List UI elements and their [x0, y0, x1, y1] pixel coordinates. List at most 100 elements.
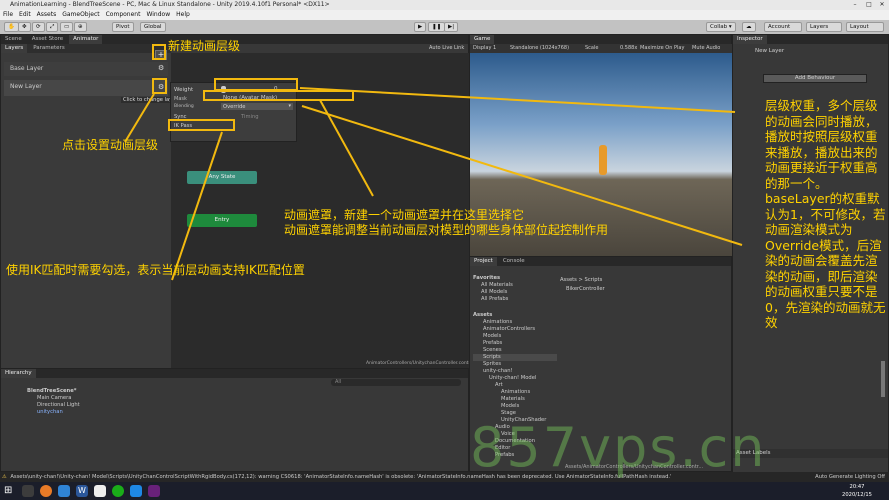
window-titlebar: AnimationLearning - BlendTreeScene - PC,… [0, 0, 889, 10]
tab-game[interactable]: Game [470, 35, 495, 44]
favorites-item[interactable]: All Materials [473, 282, 557, 289]
asset-folder[interactable]: Models [473, 333, 557, 340]
taskbar: ⊞ W 20:47 2020/12/15 [0, 482, 889, 500]
move-tool-button[interactable]: ✥ [18, 22, 31, 32]
scale-label: Scale [585, 45, 599, 51]
firefox-icon[interactable] [40, 485, 52, 497]
close-icon[interactable]: ✕ [875, 0, 889, 10]
ie-icon[interactable] [58, 485, 70, 497]
animator-footer-path: AnimatorControllers/UnitychanController.… [366, 361, 481, 366]
menu-file[interactable]: File [3, 10, 13, 20]
callout-mask: 动画遮罩，新建一个动画遮罩并在这里选择它 动画遮罩能调整当前动画层对模型的哪些身… [284, 208, 609, 237]
account-dropdown[interactable]: Account [764, 22, 802, 32]
start-icon[interactable]: ⊞ [4, 485, 16, 497]
tab-project[interactable]: Project [470, 257, 497, 266]
tab-animator[interactable]: Animator [69, 35, 103, 44]
auto-live-link-button[interactable]: Auto Live Link [429, 45, 464, 51]
hierarchy-item[interactable]: unitychan [21, 409, 80, 416]
any-state-node[interactable]: Any State [187, 171, 257, 184]
add-behaviour-button[interactable]: Add Behaviour [763, 74, 867, 83]
rect-tool-button[interactable]: ▭ [60, 22, 74, 32]
global-button[interactable]: Global [140, 22, 166, 32]
layers-dropdown[interactable]: Layers [806, 22, 842, 32]
asset-folder[interactable]: Prefabs [473, 340, 557, 347]
character-figure [599, 145, 607, 175]
file-item[interactable]: BikerController [566, 286, 605, 292]
hierarchy-search-input[interactable]: All [331, 379, 461, 386]
maximize-icon[interactable]: □ [862, 0, 876, 10]
menu-component[interactable]: Component [106, 10, 141, 20]
asset-folder[interactable]: Animations [473, 319, 557, 326]
callout-weight: 层级权重，多个层级的动画会同时播放，播放时按照层级权重来播放，播放出来的动画更接… [765, 98, 886, 330]
word-icon[interactable]: W [76, 485, 88, 497]
asset-folder[interactable]: unity-chan! [473, 368, 557, 375]
callout-ik-pass: 使用IK匹配时需要勾选，表示当前层动画支持IK匹配位置 [6, 263, 305, 277]
asset-folder[interactable]: AnimatorControllers [473, 326, 557, 333]
hand-tool-button[interactable]: ✋ [4, 22, 19, 32]
asset-folder[interactable]: Unity-chan! Model [473, 375, 557, 382]
tab-scene[interactable]: Scene [1, 35, 26, 44]
scale-value[interactable]: 0.588x [620, 44, 637, 53]
blending-dropdown[interactable]: Override ▾ [221, 103, 293, 110]
minimize-icon[interactable]: – [848, 0, 862, 10]
layer-row-base[interactable]: Base Layer [4, 62, 168, 76]
app-icon[interactable] [130, 485, 142, 497]
tab-parameters[interactable]: Parameters [29, 44, 68, 53]
entry-node[interactable]: Entry [187, 214, 257, 227]
asset-folder[interactable]: Models [473, 403, 557, 410]
tab-inspector[interactable]: Inspector [733, 35, 767, 44]
tab-hierarchy[interactable]: Hierarchy [1, 369, 36, 378]
menu-assets[interactable]: Assets [37, 10, 57, 20]
resolution-dropdown[interactable]: Standalone (1024x768) [510, 44, 569, 53]
hierarchy-item[interactable]: Directional Light [21, 402, 80, 409]
play-button[interactable]: ▶ [414, 22, 427, 32]
tab-asset-store[interactable]: Asset Store [28, 35, 67, 44]
favorites-list: Favorites All Materials All Models All P… [473, 275, 557, 303]
asset-folder[interactable]: Art [473, 382, 557, 389]
visual-studio-icon[interactable] [148, 485, 160, 497]
asset-folder[interactable]: Sprites [473, 361, 557, 368]
rotate-tool-button[interactable]: ⟳ [32, 22, 45, 32]
favorites-item[interactable]: All Models [473, 289, 557, 296]
cloud-icon[interactable]: ☁ [742, 22, 756, 32]
display-dropdown[interactable]: Display 1 [473, 44, 496, 53]
step-button[interactable]: ▶| [444, 22, 459, 32]
window-title: AnimationLearning - BlendTreeScene - PC,… [10, 1, 330, 8]
asset-folder[interactable]: Scripts [473, 354, 557, 361]
favorites-header[interactable]: Favorites [473, 275, 557, 282]
inspector-scrollbar[interactable] [881, 361, 885, 397]
unity-icon[interactable] [94, 485, 106, 497]
task-view-icon[interactable] [22, 485, 34, 497]
menu-gameobject[interactable]: GameObject [62, 10, 99, 20]
clock-date: 2020/12/15 [842, 492, 872, 498]
asset-folder[interactable]: Animations [473, 389, 557, 396]
pause-button[interactable]: ❚❚ [428, 22, 446, 32]
layer-row-new[interactable]: New Layer [4, 80, 168, 96]
hierarchy-panel: Hierarchy All BlendTreeScene* Main Camer… [0, 368, 469, 472]
maximize-on-play-button[interactable]: Maximize On Play [640, 44, 684, 53]
blending-value: Override [223, 104, 246, 110]
mute-audio-button[interactable]: Mute Audio [692, 44, 720, 53]
asset-folder[interactable]: Assets [473, 312, 557, 319]
inspector-object-name[interactable]: New Layer [755, 48, 784, 54]
layout-dropdown[interactable]: Layout [846, 22, 884, 32]
tab-console[interactable]: Console [499, 257, 529, 266]
scale-tool-button[interactable]: ⤢ [46, 22, 59, 32]
menu-edit[interactable]: Edit [19, 10, 31, 20]
wechat-icon[interactable] [112, 485, 124, 497]
collab-button[interactable]: Collab ▾ [706, 22, 736, 32]
hierarchy-item[interactable]: Main Camera [21, 395, 80, 402]
transform-tool-button[interactable]: ⊕ [74, 22, 87, 32]
favorites-item[interactable]: All Prefabs [473, 296, 557, 303]
hierarchy-item[interactable]: BlendTreeScene* [21, 388, 80, 395]
menu-window[interactable]: Window [146, 10, 170, 20]
pivot-button[interactable]: Pivot [112, 22, 134, 32]
watermark: 857vps.cn [470, 416, 767, 479]
menu-help[interactable]: Help [176, 10, 190, 20]
tab-layers[interactable]: Layers [1, 44, 28, 53]
gear-icon[interactable]: ⚙ [158, 64, 164, 72]
clock[interactable]: 20:47 2020/12/15 [828, 483, 886, 499]
project-breadcrumb: Assets > Scripts [560, 277, 603, 283]
asset-folder[interactable]: Scenes [473, 347, 557, 354]
asset-folder[interactable]: Materials [473, 396, 557, 403]
